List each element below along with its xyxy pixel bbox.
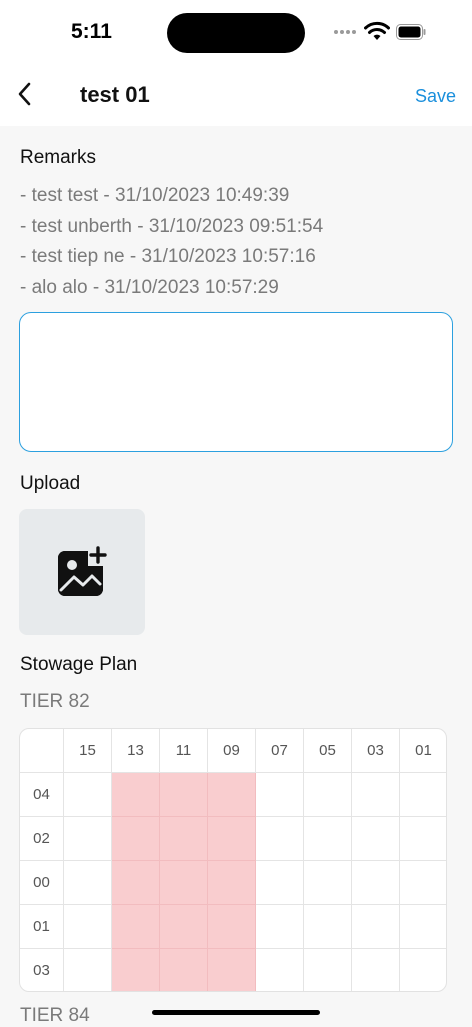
- row-header: 01: [20, 905, 64, 949]
- stowage-slot[interactable]: [304, 949, 352, 991]
- bay-header: 03: [352, 729, 400, 773]
- dynamic-island: [167, 13, 305, 53]
- stowage-slot-occupied[interactable]: [160, 773, 208, 817]
- battery-icon: [396, 24, 426, 40]
- page-title: test 01: [80, 82, 150, 107]
- stowage-slot[interactable]: [304, 861, 352, 905]
- cellular-signal-icon: [334, 30, 356, 34]
- stowage-slot-occupied[interactable]: [208, 905, 256, 949]
- remark-item: - test test - 31/10/2023 10:49:39: [20, 185, 290, 206]
- stowage-slot[interactable]: [400, 905, 446, 949]
- stowage-slot[interactable]: [352, 817, 400, 861]
- remarks-list: - test test - 31/10/2023 10:49:39 - test…: [20, 182, 323, 305]
- stowage-slot-occupied[interactable]: [208, 949, 256, 991]
- row-header: 00: [20, 861, 64, 905]
- stowage-slot[interactable]: [256, 949, 304, 991]
- stowage-slot[interactable]: [400, 949, 446, 991]
- row-header: 02: [20, 817, 64, 861]
- stowage-slot[interactable]: [256, 773, 304, 817]
- stowage-slot-occupied[interactable]: [208, 861, 256, 905]
- stowage-slot[interactable]: [304, 905, 352, 949]
- stowage-slot-occupied[interactable]: [160, 817, 208, 861]
- stowage-slot[interactable]: [400, 861, 446, 905]
- remark-item: - test tiep ne - 31/10/2023 10:57:16: [20, 246, 316, 268]
- stowage-slot[interactable]: [352, 949, 400, 991]
- wifi-icon: [364, 21, 390, 40]
- navigation-bar: test 01 Save: [0, 64, 472, 126]
- remark-input[interactable]: [19, 312, 453, 452]
- stowage-slot-occupied[interactable]: [112, 905, 160, 949]
- upload-heading: Upload: [20, 473, 81, 494]
- stowage-slot[interactable]: [64, 905, 112, 949]
- stowage-slot[interactable]: [64, 861, 112, 905]
- stowage-slot-occupied[interactable]: [208, 773, 256, 817]
- row-header: 04: [20, 773, 64, 817]
- stowage-slot-occupied[interactable]: [160, 905, 208, 949]
- stowage-slot[interactable]: [400, 773, 446, 817]
- stowage-slot[interactable]: [256, 817, 304, 861]
- bay-header: 07: [256, 729, 304, 773]
- stowage-plan-heading: Stowage Plan: [20, 654, 138, 675]
- status-time: 5:11: [71, 20, 112, 43]
- grid-corner-cell: [20, 729, 64, 773]
- stowage-slot-occupied[interactable]: [112, 773, 160, 817]
- stowage-slot[interactable]: [352, 905, 400, 949]
- stowage-grid: 15 13 11 09 07 05 03 01 04 02 00 01 03: [19, 728, 447, 992]
- stowage-slot-occupied[interactable]: [208, 817, 256, 861]
- bay-header: 05: [304, 729, 352, 773]
- bay-header: 09: [208, 729, 256, 773]
- status-bar: 5:11: [0, 0, 472, 64]
- stowage-slot-occupied[interactable]: [112, 861, 160, 905]
- bay-header: 01: [400, 729, 446, 773]
- tier-label: TIER 82: [20, 691, 90, 712]
- stowage-slot-occupied[interactable]: [160, 949, 208, 991]
- stowage-slot-occupied[interactable]: [160, 861, 208, 905]
- stowage-slot[interactable]: [64, 817, 112, 861]
- remark-item: - alo alo - 31/10/2023 10:57:29: [20, 277, 279, 299]
- remark-item: - test unberth - 31/10/2023 09:51:54: [20, 215, 324, 237]
- stowage-slot-occupied[interactable]: [112, 817, 160, 861]
- add-image-icon: [58, 546, 108, 596]
- stowage-slot[interactable]: [352, 773, 400, 817]
- stowage-slot[interactable]: [304, 817, 352, 861]
- stowage-slot[interactable]: [400, 817, 446, 861]
- bay-header: 15: [64, 729, 112, 773]
- stowage-slot[interactable]: [64, 773, 112, 817]
- save-button[interactable]: Save: [415, 86, 456, 107]
- stowage-slot[interactable]: [304, 773, 352, 817]
- bay-header: 11: [160, 729, 208, 773]
- home-indicator: [152, 1010, 320, 1015]
- upload-image-button[interactable]: [19, 509, 145, 635]
- bay-header: 13: [112, 729, 160, 773]
- remarks-heading: Remarks: [20, 147, 97, 168]
- row-header: 03: [20, 949, 64, 991]
- stowage-slot[interactable]: [352, 861, 400, 905]
- stowage-slot[interactable]: [256, 861, 304, 905]
- stowage-slot-occupied[interactable]: [112, 949, 160, 991]
- stowage-slot[interactable]: [256, 905, 304, 949]
- back-chevron-icon[interactable]: [12, 80, 40, 108]
- stowage-slot[interactable]: [64, 949, 112, 991]
